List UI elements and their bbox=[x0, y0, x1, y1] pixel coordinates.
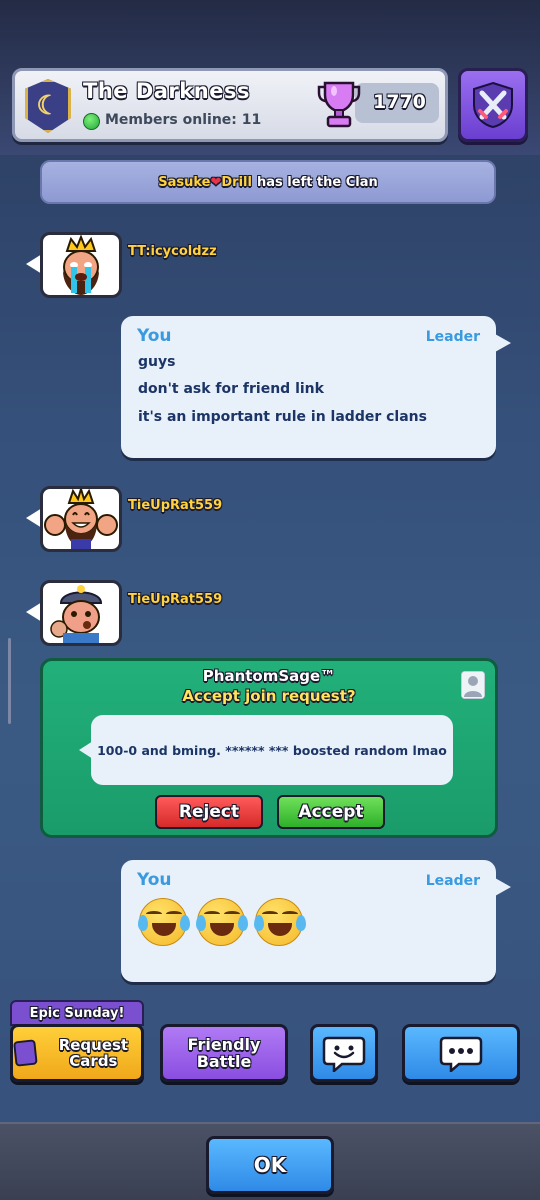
clan-notice: Sasuke ❤ Drill has left the Clan bbox=[40, 160, 496, 204]
request-cards-label: Request Cards bbox=[58, 1036, 129, 1070]
chat-bubble-icon bbox=[439, 1036, 483, 1072]
request-cards-button[interactable]: Request Cards bbox=[10, 1024, 144, 1082]
bubble-tail bbox=[495, 878, 511, 896]
clan-badge-icon: ☾ bbox=[25, 79, 71, 133]
chat-bubble-self: You Leader guys don't ask for friend lin… bbox=[121, 316, 496, 458]
reject-button[interactable]: Reject bbox=[155, 795, 263, 829]
members-online-text: Members online: 11 bbox=[105, 112, 262, 128]
bubble-tail bbox=[495, 334, 511, 352]
player-name[interactable]: TieUpRat559 bbox=[128, 498, 222, 513]
player-avatar[interactable] bbox=[40, 580, 122, 646]
notice-player-name: Sasuke bbox=[158, 174, 211, 190]
clan-war-button[interactable] bbox=[458, 68, 528, 142]
join-request-card: PhantomSage™ Accept join request? 100-0 … bbox=[40, 658, 498, 838]
emote-button[interactable] bbox=[310, 1024, 378, 1082]
player-avatar[interactable] bbox=[40, 486, 122, 552]
join-request-message: 100-0 and bming. ****** *** boosted rand… bbox=[91, 715, 453, 785]
message-line: guys bbox=[138, 354, 176, 370]
notice-text: has left the Clan bbox=[256, 174, 378, 190]
join-request-question: Accept join request? bbox=[182, 687, 356, 705]
chat-bubble-self: You Leader bbox=[121, 860, 496, 982]
laughing-tears-emoji-icon bbox=[196, 898, 248, 946]
chat-button[interactable] bbox=[402, 1024, 520, 1082]
profile-icon[interactable] bbox=[461, 671, 485, 699]
trophy-icon bbox=[317, 81, 361, 128]
laughing-tears-emoji-icon bbox=[138, 898, 190, 946]
message-line: don't ask for friend link bbox=[138, 381, 324, 397]
ok-button[interactable]: OK bbox=[206, 1136, 334, 1194]
smiley-chat-icon bbox=[322, 1036, 366, 1072]
online-status-icon bbox=[83, 113, 100, 130]
player-name[interactable]: TT:icycoldzz bbox=[128, 244, 217, 259]
card-icon bbox=[13, 1039, 38, 1067]
laughing-tears-emoji-icon bbox=[254, 898, 306, 946]
crying-king-emote-icon bbox=[63, 235, 99, 295]
crossed-swords-icon bbox=[473, 81, 513, 129]
player-avatar[interactable] bbox=[40, 232, 122, 298]
notice-player-name-2: Drill bbox=[221, 174, 252, 190]
player-name[interactable]: TieUpRat559 bbox=[128, 592, 222, 607]
event-tag: Epic Sunday! bbox=[10, 1000, 144, 1026]
heart-icon: ❤ bbox=[210, 174, 222, 190]
friendly-battle-label: Friendly Battle bbox=[187, 1035, 261, 1071]
friendly-battle-button[interactable]: Friendly Battle bbox=[160, 1024, 288, 1082]
accept-button[interactable]: Accept bbox=[277, 795, 385, 829]
member-role: Leader bbox=[425, 329, 480, 345]
message-author: You bbox=[137, 870, 172, 890]
join-request-player-name[interactable]: PhantomSage™ bbox=[43, 667, 495, 685]
miner-emote-icon bbox=[50, 585, 103, 643]
member-role: Leader bbox=[425, 873, 480, 889]
clan-name: The Darkness bbox=[83, 79, 250, 103]
thumbs-up-king-emote-icon bbox=[44, 489, 118, 549]
message-author: You bbox=[137, 326, 172, 346]
scrollbar[interactable] bbox=[8, 638, 11, 724]
trophy-count: 1770 bbox=[373, 91, 426, 113]
clan-info-card[interactable]: ☾ The Darkness Members online: 11 1770 bbox=[12, 68, 448, 142]
message-line: it's an important rule in ladder clans bbox=[138, 409, 427, 425]
